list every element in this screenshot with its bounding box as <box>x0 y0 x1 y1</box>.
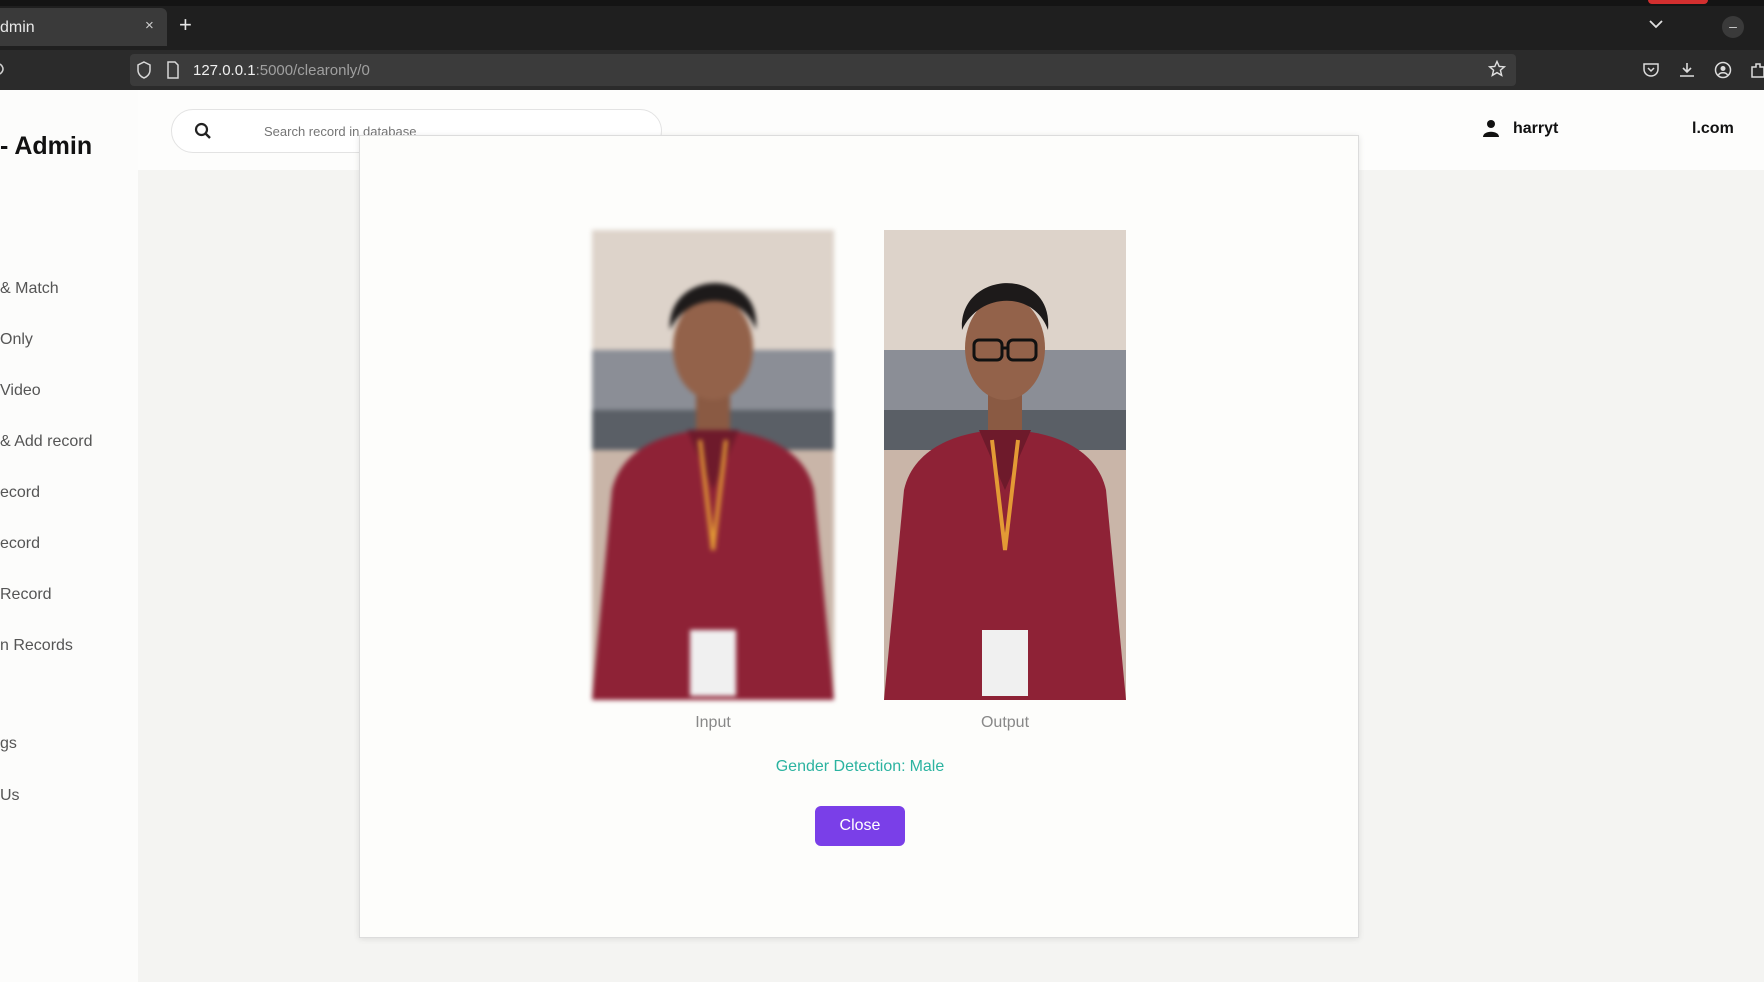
input-caption: Input <box>695 714 731 731</box>
url-host: 127.0.0.1 <box>193 62 256 79</box>
brand-title: - Admin <box>0 132 93 160</box>
download-icon[interactable] <box>1678 61 1696 84</box>
result-label: Gender Detection: <box>775 758 906 775</box>
sidebar: - Admin & Match Only Video & Add record … <box>0 90 138 982</box>
pocket-icon[interactable] <box>1642 61 1660 84</box>
tab-title: dmin <box>0 19 35 36</box>
gender-detection-result: Gender Detection: Male <box>360 758 1360 776</box>
output-image <box>884 230 1126 700</box>
tab-list-chevron-icon[interactable] <box>1648 16 1664 37</box>
user-menu[interactable]: harryt <box>1483 120 1559 138</box>
new-tab-icon[interactable]: + <box>179 14 192 36</box>
search-icon[interactable] <box>194 122 212 145</box>
input-image <box>592 230 834 700</box>
title-strip <box>0 0 1764 6</box>
address-bar[interactable]: 127.0.0.1:5000/clearonly/0 <box>130 54 1516 86</box>
result-value: Male <box>909 758 945 775</box>
sidebar-item-settings[interactable]: gs <box>0 735 17 753</box>
page-info-icon[interactable] <box>166 61 180 84</box>
sidebar-item-record-3[interactable]: Record <box>0 586 52 604</box>
shield-icon[interactable] <box>136 61 152 84</box>
browser-tab[interactable]: dmin × <box>0 8 167 46</box>
url-path: :5000/clearonly/0 <box>255 62 370 79</box>
sidebar-item-video[interactable]: Video <box>0 382 41 400</box>
sidebar-item-record-2[interactable]: ecord <box>0 535 40 553</box>
sidebar-item-records[interactable]: n Records <box>0 637 73 655</box>
browser-tab-bar: dmin × + – <box>0 0 1764 50</box>
user-email: l.com <box>1692 120 1734 137</box>
minimize-icon[interactable]: – <box>1722 16 1744 38</box>
tab-close-icon[interactable]: × <box>145 17 154 34</box>
bookmark-star-icon[interactable] <box>1487 59 1507 83</box>
url-text[interactable]: 127.0.0.1:5000/clearonly/0 <box>193 62 370 79</box>
extensions-icon[interactable] <box>1750 61 1764 84</box>
result-modal: Input Output Gender Detection: Male Close <box>359 135 1359 938</box>
username: harryt <box>1513 120 1559 137</box>
reload-icon[interactable] <box>0 61 8 80</box>
sidebar-item-about-us[interactable]: Us <box>0 787 20 805</box>
recording-indicator <box>1648 0 1708 4</box>
account-icon[interactable] <box>1714 61 1732 84</box>
browser-nav-bar: 127.0.0.1:5000/clearonly/0 <box>0 50 1764 90</box>
output-caption: Output <box>980 714 1030 731</box>
sidebar-item-record-1[interactable]: ecord <box>0 484 40 502</box>
sidebar-item-match[interactable]: & Match <box>0 280 59 298</box>
close-button[interactable]: Close <box>815 806 905 846</box>
sidebar-item-clear-only[interactable]: Only <box>0 331 33 349</box>
user-icon <box>1483 119 1499 142</box>
sidebar-item-add-record[interactable]: & Add record <box>0 433 93 451</box>
